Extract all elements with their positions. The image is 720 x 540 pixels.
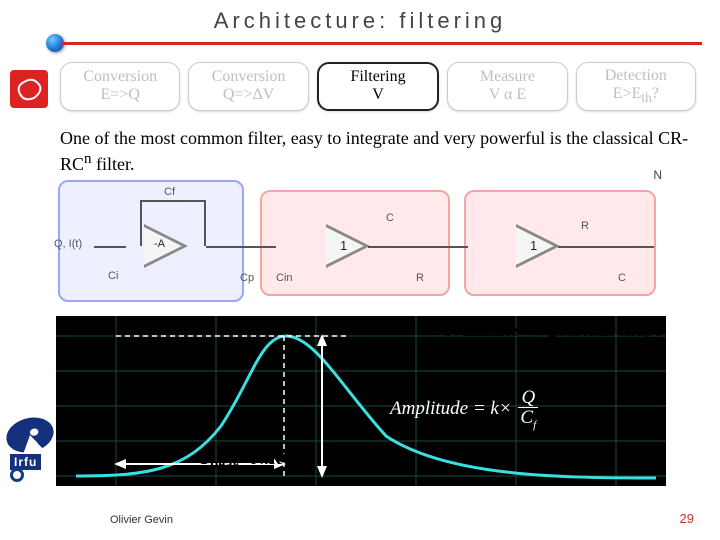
wire	[558, 246, 654, 248]
stage-filtering: Filtering V	[317, 62, 439, 111]
stage-line2: V	[372, 86, 384, 104]
circuit-diagram: N Q, I(t) Ci -A Cf Cp Cin 1 C R 1 R C	[56, 180, 666, 310]
gaussian-annotation: N infinite => gaussian shape	[445, 320, 662, 341]
wire	[206, 246, 276, 248]
tpeak-annotation: Tpeak=N.RC	[198, 448, 295, 474]
stage-line1: Conversion	[212, 68, 286, 86]
cap-ci: Ci	[108, 270, 118, 282]
formula-denominator: Cf	[520, 407, 536, 428]
amp-label-unity2: 1	[530, 238, 537, 253]
wire	[140, 200, 142, 246]
stage-line1: Conversion	[83, 68, 157, 86]
wire	[140, 200, 206, 202]
stage-line2: E=>Q	[101, 86, 140, 104]
title-underline	[62, 42, 702, 45]
amp-label-preamp: -A	[154, 238, 165, 250]
stage-line2: V α E	[489, 86, 526, 104]
stage-conversion-eq: Conversion E=>Q	[60, 62, 180, 111]
input-label: Q, I(t)	[54, 238, 82, 250]
wire	[94, 246, 126, 248]
formula-lhs: Amplitude = k×	[390, 398, 512, 419]
opamp-intg-icon	[516, 224, 560, 268]
wire	[204, 200, 206, 246]
waveform-plot-icon	[56, 316, 666, 486]
slide-title: Architecture: filtering	[0, 8, 720, 34]
stage-conversion-qdv: Conversion Q=>ΔV	[188, 62, 308, 111]
cap-cf: Cf	[164, 186, 175, 198]
integrator-block	[464, 190, 656, 296]
pipeline-row: Conversion E=>Q Conversion Q=>ΔV Filteri…	[60, 62, 696, 111]
stage-detection: Detection E>Eth?	[576, 62, 696, 111]
amplitude-formula: Amplitude = k× Q Cf	[390, 388, 538, 431]
stage-line2: E>Eth?	[613, 85, 659, 106]
opamp-preamp-icon	[144, 224, 188, 268]
body-paragraph: One of the most common filter, easy to i…	[60, 128, 692, 175]
cap-c1: C	[386, 212, 394, 224]
amp-label-unity1: 1	[340, 238, 347, 253]
irfu-logo-icon: Irfu	[10, 418, 52, 471]
waveform-panel	[56, 316, 666, 486]
opamp-diff-icon	[326, 224, 370, 268]
footer-author: Olivier Gevin	[110, 514, 173, 526]
partner-logo-icon	[10, 468, 24, 482]
stage-line1: Filtering	[350, 68, 405, 86]
stage-line2: Q=>ΔV	[223, 86, 274, 104]
cea-logo-icon	[10, 70, 48, 108]
stage-measure: Measure V α E	[447, 62, 567, 111]
res-r2: R	[581, 220, 589, 232]
cap-c2: C	[618, 272, 626, 284]
stage-line1: Detection	[605, 67, 667, 85]
footer-page-number: 29	[680, 511, 694, 526]
stage-line1: Measure	[480, 68, 535, 86]
n-stages-label: N	[653, 168, 662, 182]
formula-numerator: Q	[518, 388, 538, 408]
wire	[368, 246, 468, 248]
cap-cin: Cin	[276, 272, 293, 284]
cap-cp: Cp	[240, 272, 254, 284]
res-r1: R	[416, 272, 424, 284]
